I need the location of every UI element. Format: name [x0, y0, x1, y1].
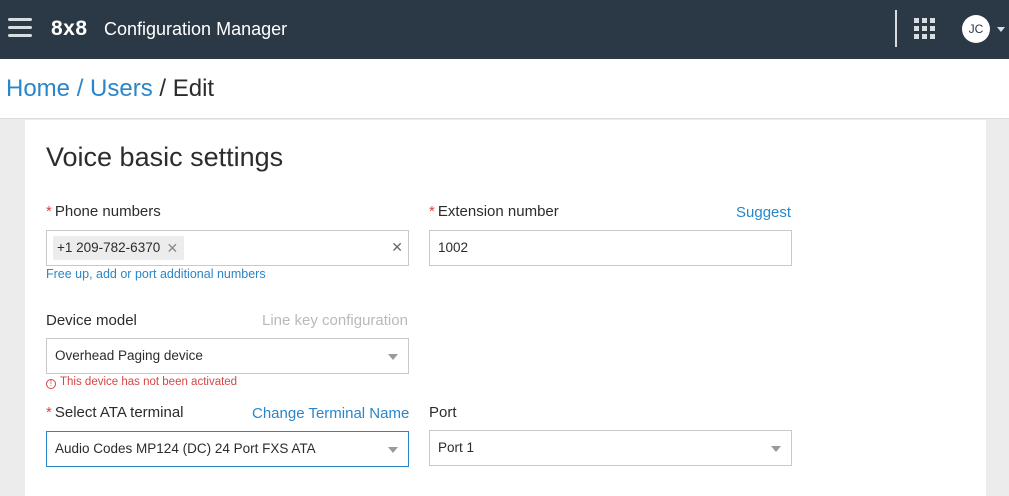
- phone-numbers-label: * Phone numbers: [46, 203, 161, 220]
- breadcrumb-separator: /: [70, 75, 91, 102]
- phone-number-tag-text: +1 209-782-6370: [57, 240, 161, 255]
- brand-logo[interactable]: 8x8: [51, 17, 88, 41]
- manage-numbers-link[interactable]: Free up, add or port additional numbers: [46, 267, 266, 281]
- change-terminal-name-link[interactable]: Change Terminal Name: [252, 405, 409, 422]
- chevron-down-icon: [388, 354, 398, 360]
- remove-tag-icon[interactable]: ✕: [166, 236, 178, 260]
- phone-number-tag: +1 209-782-6370 ✕: [53, 236, 185, 260]
- extension-number-label: * Extension number: [429, 203, 559, 220]
- port-label: Port: [429, 404, 457, 421]
- device-error-message: ! This device has not been activated: [46, 376, 237, 389]
- device-model-value: Overhead Paging device: [55, 348, 203, 363]
- breadcrumb: Home / Users / Edit: [6, 75, 214, 103]
- line-key-configuration-link: Line key configuration: [262, 312, 408, 329]
- port-value: Port 1: [438, 440, 475, 455]
- breadcrumb-bar: Home / Users / Edit: [0, 59, 1009, 119]
- breadcrumb-home-link[interactable]: Home: [6, 75, 70, 102]
- device-model-label: Device model: [46, 312, 137, 329]
- required-mark: *: [46, 404, 52, 421]
- breadcrumb-users-link[interactable]: Users: [90, 75, 153, 102]
- device-error-text: This device has not been activated: [60, 376, 238, 388]
- voice-settings-panel: Voice basic settings * Phone numbers +1 2…: [25, 120, 986, 496]
- section-title: Voice basic settings: [46, 142, 284, 172]
- header-divider: [895, 10, 897, 47]
- breadcrumb-current: Edit: [172, 75, 215, 102]
- phone-numbers-input[interactable]: +1 209-782-6370 ✕ ✕: [46, 230, 409, 266]
- chevron-down-icon: [388, 447, 398, 453]
- alert-circle-icon: !: [46, 379, 56, 389]
- chevron-down-icon[interactable]: [997, 27, 1005, 32]
- port-select[interactable]: Port 1: [429, 430, 792, 466]
- extension-number-label-text: Extension number: [437, 203, 559, 220]
- ata-terminal-label-text: Select ATA terminal: [54, 404, 184, 421]
- user-avatar[interactable]: JC: [962, 15, 990, 43]
- suggest-link[interactable]: Suggest: [736, 204, 791, 221]
- hamburger-menu-icon[interactable]: [8, 18, 32, 38]
- app-title: Configuration Manager: [104, 19, 288, 39]
- app-grid-icon[interactable]: [914, 18, 936, 40]
- ata-terminal-select[interactable]: Audio Codes MP124 (DC) 24 Port FXS ATA: [46, 431, 409, 467]
- extension-number-input[interactable]: 1002: [429, 230, 792, 266]
- ata-terminal-value: Audio Codes MP124 (DC) 24 Port FXS ATA: [55, 441, 316, 456]
- extension-number-value: 1002: [438, 240, 469, 255]
- chevron-down-icon: [771, 446, 781, 452]
- phone-numbers-label-text: Phone numbers: [54, 203, 161, 220]
- ata-terminal-label: * Select ATA terminal: [46, 404, 184, 421]
- clear-input-icon[interactable]: ✕: [391, 239, 403, 256]
- breadcrumb-separator: /: [152, 75, 173, 102]
- required-mark: *: [46, 203, 52, 220]
- required-mark: *: [429, 203, 435, 220]
- device-model-select[interactable]: Overhead Paging device: [46, 338, 409, 374]
- top-navigation-bar: 8x8 Configuration Manager JC: [0, 0, 1009, 59]
